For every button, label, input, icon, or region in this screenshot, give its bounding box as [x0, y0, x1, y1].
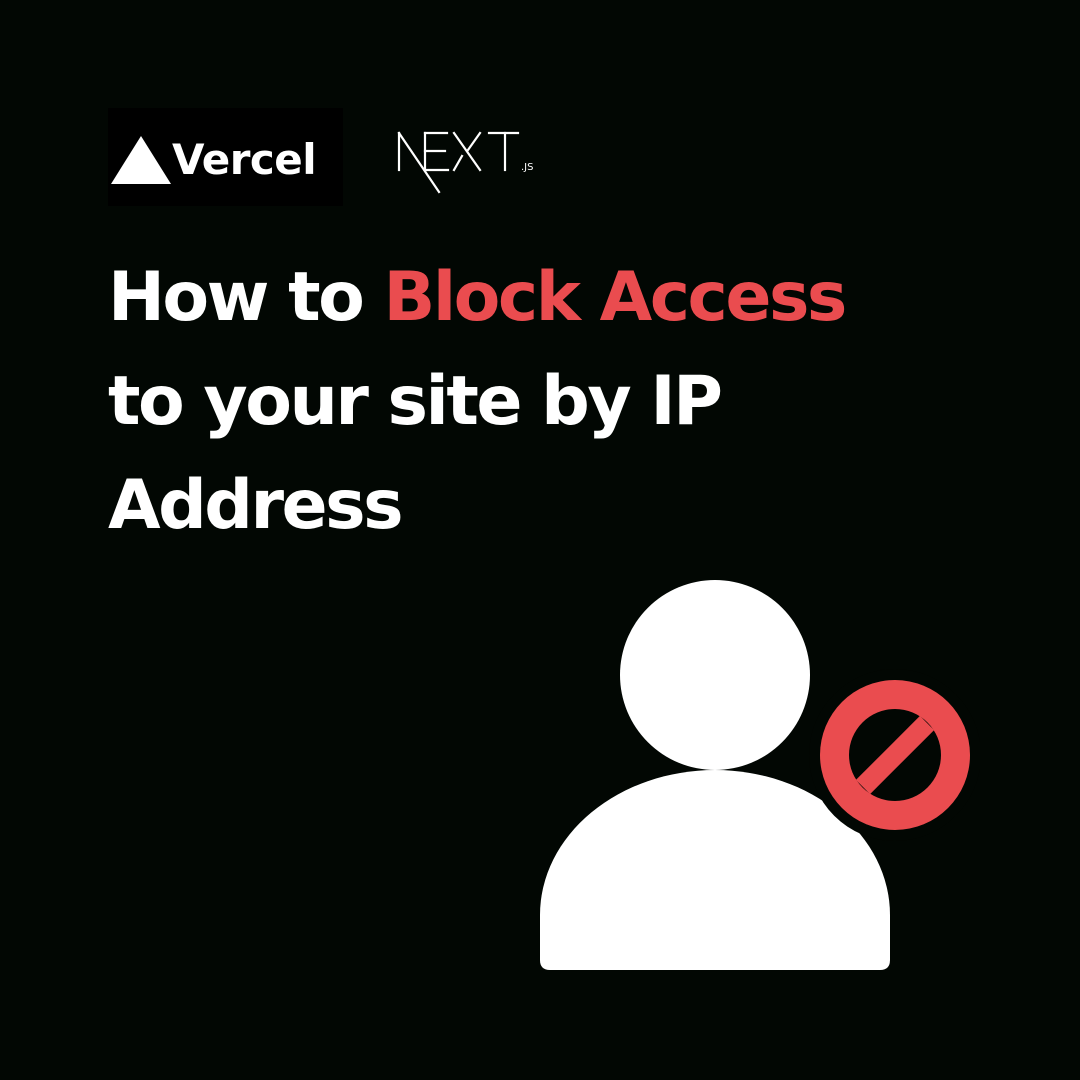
vercel-wordmark: Vercel	[172, 135, 317, 184]
headline-highlight: Block Access	[383, 258, 848, 337]
vercel-logo: Vercel	[108, 108, 343, 206]
headline-line-2: to your site by IP	[108, 362, 723, 441]
headline-line-3: Address	[108, 466, 404, 545]
blocked-user-icon	[540, 580, 980, 970]
headline-prefix: How to	[108, 258, 384, 337]
nextjs-logo: .JS	[396, 108, 546, 198]
triangle-icon	[111, 136, 171, 184]
nextjs-suffix: .JS	[521, 162, 533, 173]
prohibited-icon	[820, 680, 970, 830]
headline: How to Block Access to your site by IP A…	[108, 246, 1008, 558]
user-head	[620, 580, 810, 770]
blocked-user-illustration	[530, 570, 980, 980]
